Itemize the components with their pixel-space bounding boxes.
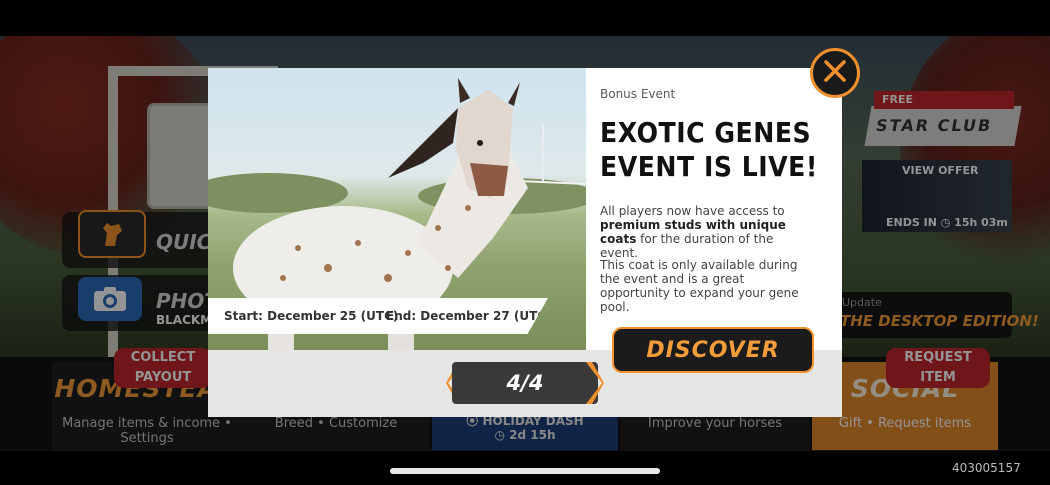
home-indicator[interactable] (390, 468, 660, 474)
discover-button[interactable]: DISCOVER (612, 327, 814, 373)
pager-indicator: 4/4 (452, 362, 598, 404)
close-icon (822, 58, 848, 88)
event-dates-banner: Start: December 25 (UTC) End: December 2… (208, 298, 548, 334)
close-button[interactable] (810, 48, 860, 98)
event-paragraph-2: This coat is only available during the e… (600, 258, 799, 314)
event-paragraph-1: All players now have access to premium s… (600, 204, 815, 260)
end-date: End: December 27 (UTC) (386, 309, 552, 323)
event-title: EXOTIC GENES EVENT IS LIVE! (600, 116, 818, 183)
paragraph-1-text: All players now have access to (600, 204, 785, 218)
event-category: Bonus Event (600, 87, 676, 101)
pager-next-arrow[interactable] (584, 362, 604, 404)
start-date: Start: December 25 (UTC) (224, 309, 399, 323)
player-id: 403005157 (952, 461, 1021, 475)
